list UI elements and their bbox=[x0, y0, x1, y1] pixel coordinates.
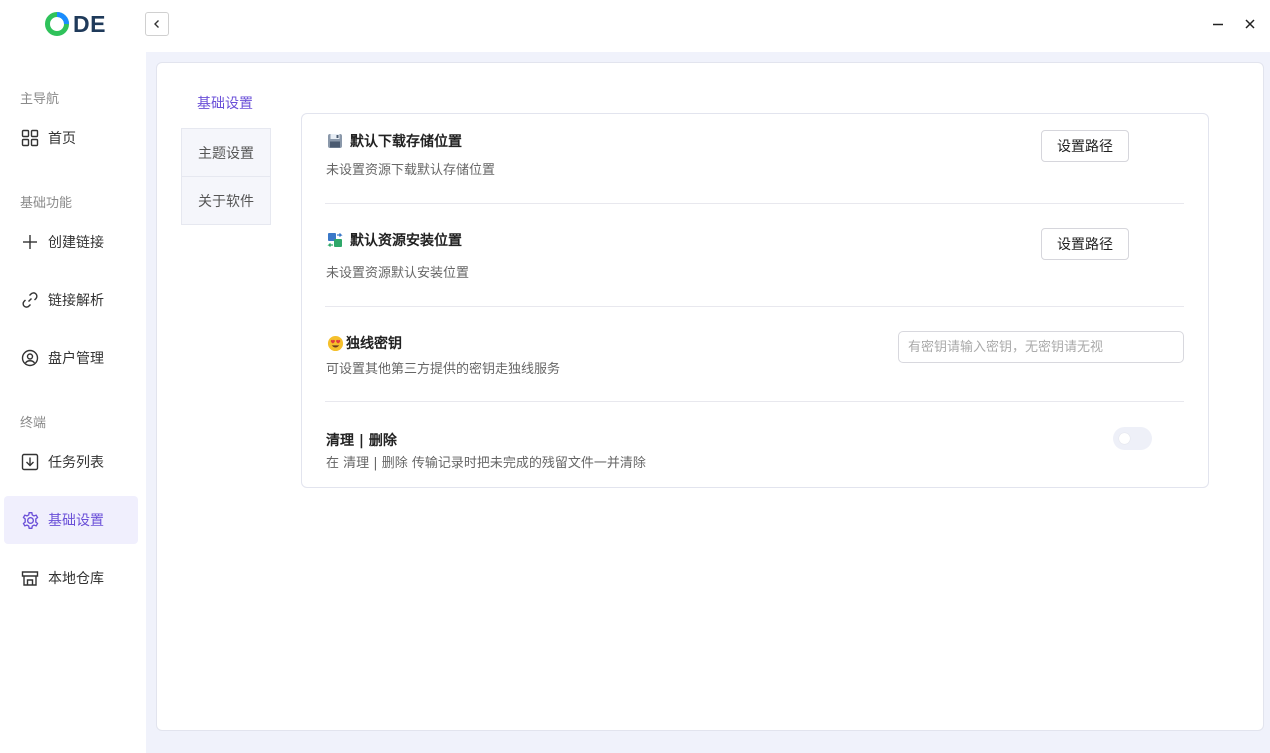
sidebar-item-label: 链接解析 bbox=[48, 293, 104, 309]
heart-eyes-face-icon bbox=[326, 334, 344, 352]
sidebar-item-local-repo[interactable]: 本地仓库 bbox=[4, 554, 138, 602]
grid-icon bbox=[20, 128, 40, 148]
nav-group-label: 基础功能 bbox=[20, 196, 73, 211]
nav-group-label: 主导航 bbox=[20, 92, 60, 107]
store-icon bbox=[20, 568, 40, 588]
cleanup-description: 在 清理 | 删除 传输记录时把未完成的残留文件一并清除 bbox=[326, 456, 646, 471]
toggle-knob bbox=[1119, 433, 1130, 444]
sidebar-item-link-parse[interactable]: 链接解析 bbox=[4, 276, 138, 324]
transfer-arrows-icon bbox=[326, 231, 344, 249]
sidebar-item-label: 本地仓库 bbox=[48, 571, 104, 587]
minimize-button[interactable] bbox=[1207, 13, 1229, 35]
minimize-icon bbox=[1213, 23, 1223, 26]
install-location-title: 默认资源安装位置 bbox=[326, 230, 462, 250]
close-button[interactable] bbox=[1239, 13, 1261, 35]
gear-icon bbox=[20, 510, 40, 530]
tab-basic-settings[interactable]: 基础设置 bbox=[181, 84, 269, 122]
install-location-description: 未设置资源默认安装位置 bbox=[326, 266, 470, 281]
download-location-description: 未设置资源下载默认存储位置 bbox=[326, 163, 496, 178]
set-install-path-button[interactable]: 设置路径 bbox=[1041, 228, 1129, 260]
sidebar-item-create-link[interactable]: 创建链接 bbox=[4, 218, 138, 266]
title-bar: DE bbox=[0, 0, 1270, 52]
floppy-disk-icon bbox=[326, 132, 344, 150]
sidebar-item-label: 基础设置 bbox=[48, 513, 104, 529]
sidebar-item-label: 创建链接 bbox=[48, 235, 104, 251]
tab-theme-settings[interactable]: 主题设置 bbox=[181, 128, 271, 177]
plus-icon bbox=[20, 232, 40, 252]
nav-group-label: 终端 bbox=[20, 416, 47, 431]
exclusive-key-title: 独线密钥 bbox=[326, 333, 402, 353]
chevron-left-icon bbox=[154, 20, 159, 28]
row-title-text: 默认下载存储位置 bbox=[350, 134, 462, 150]
user-circle-icon bbox=[20, 348, 40, 368]
sidebar-item-basic-settings[interactable]: 基础设置 bbox=[4, 496, 138, 544]
set-download-path-button[interactable]: 设置路径 bbox=[1041, 130, 1129, 162]
download-box-icon bbox=[20, 452, 40, 472]
close-icon bbox=[1245, 19, 1255, 29]
sidebar-item-label: 首页 bbox=[48, 131, 76, 147]
exclusive-key-description: 可设置其他第三方提供的密钥走独线服务 bbox=[326, 362, 561, 377]
sidebar-collapse-button[interactable] bbox=[145, 12, 169, 36]
exclusive-key-input[interactable] bbox=[898, 331, 1184, 363]
row-title-text: 独线密钥 bbox=[346, 336, 402, 352]
download-location-title: 默认下载存储位置 bbox=[326, 131, 462, 151]
sidebar-item-home[interactable]: 首页 bbox=[4, 114, 138, 162]
row-title-text: 默认资源安装位置 bbox=[350, 233, 462, 249]
sidebar-item-label: 任务列表 bbox=[48, 455, 104, 471]
divider bbox=[325, 306, 1184, 307]
logo-ring-icon bbox=[45, 12, 69, 36]
sidebar-item-label: 盘户管理 bbox=[48, 351, 104, 367]
divider bbox=[325, 203, 1184, 204]
sidebar-item-account-manage[interactable]: 盘户管理 bbox=[4, 334, 138, 382]
divider bbox=[325, 401, 1184, 402]
cleanup-toggle[interactable] bbox=[1113, 427, 1152, 450]
row-title-text: 清理 | 删除 bbox=[326, 433, 397, 449]
app-logo: DE bbox=[44, 10, 106, 38]
tab-about-software[interactable]: 关于软件 bbox=[181, 176, 271, 225]
cleanup-title: 清理 | 删除 bbox=[326, 430, 397, 450]
logo-text: DE bbox=[73, 10, 106, 37]
sidebar-item-task-list[interactable]: 任务列表 bbox=[4, 438, 138, 486]
link-icon bbox=[20, 290, 40, 310]
